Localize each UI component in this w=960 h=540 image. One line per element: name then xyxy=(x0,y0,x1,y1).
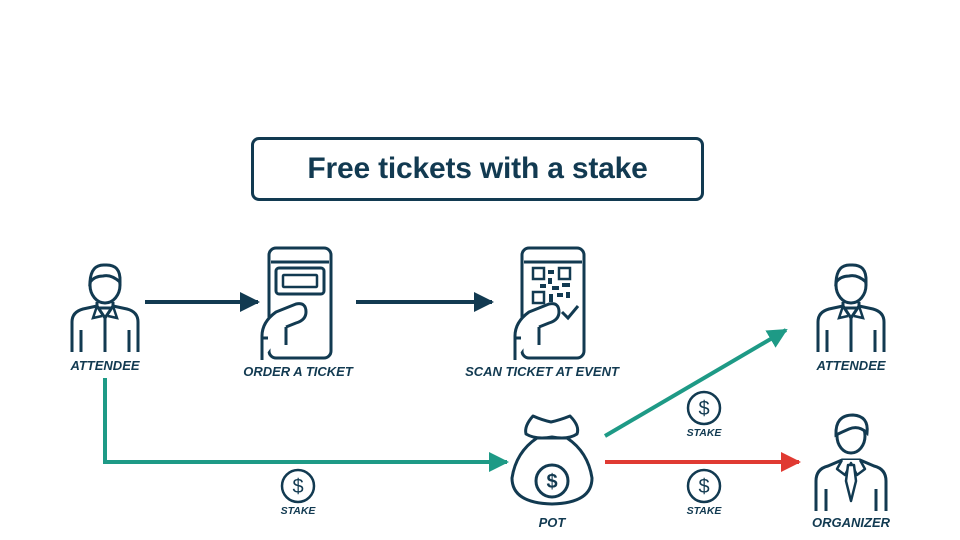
label-order-ticket: ORDER A TICKET xyxy=(243,364,353,379)
label-scan-ticket: SCAN TICKET AT EVENT xyxy=(465,364,619,379)
stake-label-to-organizer: STAKE xyxy=(686,505,722,517)
coin-symbol-to-attendee: $ xyxy=(698,398,709,420)
diagram-svg: $ $ $ $ xyxy=(70,246,888,511)
arrow-attendee-to-pot xyxy=(103,378,509,472)
order-ticket-icon xyxy=(260,246,333,360)
stake-label-to-attendee: STAKE xyxy=(686,427,722,439)
organizer-icon xyxy=(814,413,888,511)
label-organizer: ORGANIZER xyxy=(812,515,890,530)
page-title: Free tickets with a stake xyxy=(307,152,648,185)
pot-coin-symbol: $ xyxy=(546,471,557,493)
label-attendee-start: ATTENDEE xyxy=(70,358,140,373)
diagram-canvas: $ $ $ $ Free tickets with a stake ATTEND… xyxy=(0,0,960,540)
stake-label-to-pot: STAKE xyxy=(280,505,316,517)
attendee-start-icon xyxy=(70,263,140,354)
coin-symbol-to-organizer: $ xyxy=(698,476,709,498)
title-box: Free tickets with a stake xyxy=(251,137,704,201)
attendee-end-icon xyxy=(816,263,886,354)
coin-symbol-to-pot: $ xyxy=(292,476,303,498)
label-attendee-end: ATTENDEE xyxy=(816,358,886,373)
label-pot: POT xyxy=(538,515,566,530)
scan-ticket-icon xyxy=(513,246,586,360)
